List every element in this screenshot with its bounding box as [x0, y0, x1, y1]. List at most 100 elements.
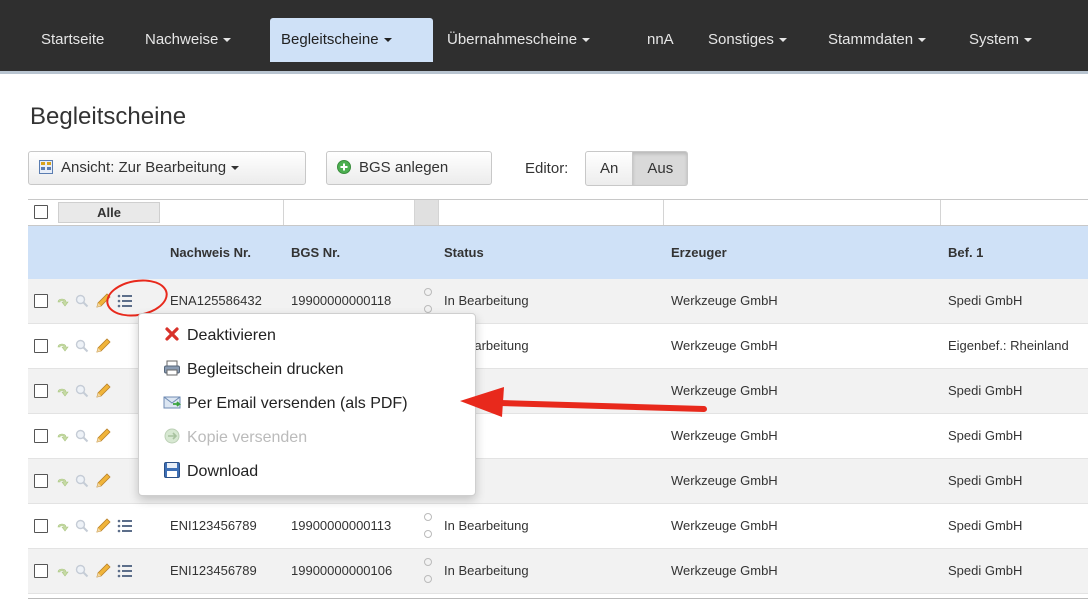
list-menu-icon[interactable]	[117, 564, 133, 578]
caret-down-icon	[918, 38, 927, 43]
menu-item-email[interactable]: Per Email versenden (als PDF)	[163, 392, 408, 416]
cell-nachweis: ENI123456789	[170, 563, 257, 578]
nav-stammdaten[interactable]: Stammdaten	[817, 18, 937, 62]
editor-toggle-group: An Aus	[585, 151, 689, 186]
cell-status: In Bearbeitung	[444, 563, 529, 578]
select-all-checkbox[interactable]	[34, 205, 48, 219]
cell-erzeuger: Werkzeuge GmbH	[671, 428, 778, 443]
transfer-arrow-icon[interactable]	[56, 521, 70, 533]
table-row[interactable]: ENI123456789 19900000000106 In Bearbeitung…	[28, 549, 1088, 594]
page-title: Begleitscheine	[30, 103, 187, 130]
create-bgs-label: BGS anlegen	[359, 159, 449, 176]
cell-erzeuger: Werkzeuge GmbH	[671, 563, 778, 578]
caret-down-icon	[231, 166, 240, 171]
cell-bef1: Spedi GmbH	[948, 563, 1023, 578]
caret-down-icon	[223, 38, 232, 43]
cell-erzeuger: Werkzeuge GmbH	[671, 518, 778, 533]
grid-filter-row: Alle	[28, 199, 1088, 226]
filter-cell[interactable]	[162, 200, 284, 225]
pencil-edit-icon[interactable]	[94, 472, 112, 490]
nav-sonstiges[interactable]: Sonstiges	[697, 18, 798, 62]
nav-nna-label: nnA	[647, 31, 674, 48]
editor-on-button[interactable]: An	[585, 151, 634, 186]
row-checkbox[interactable]	[34, 339, 48, 353]
create-bgs-button[interactable]: BGS anlegen	[326, 151, 492, 185]
pencil-edit-icon[interactable]	[94, 517, 112, 535]
nav-uebernahmescheine[interactable]: Übernahmescheine	[436, 18, 601, 62]
column-header-status[interactable]: Status	[444, 245, 484, 260]
filter-cell[interactable]	[664, 200, 941, 225]
column-header-bef1[interactable]: Bef. 1	[948, 245, 983, 260]
cell-erzeuger: Werkzeuge GmbH	[671, 473, 778, 488]
filter-cell[interactable]	[284, 200, 415, 225]
row-checkbox[interactable]	[34, 474, 48, 488]
transfer-arrow-icon[interactable]	[56, 386, 70, 398]
pencil-edit-icon[interactable]	[94, 427, 112, 445]
magnifier-icon[interactable]	[75, 519, 89, 533]
column-header-nachweis[interactable]: Nachweis Nr.	[170, 245, 251, 260]
column-header-bgs[interactable]: BGS Nr.	[291, 245, 340, 260]
nav-startseite[interactable]: Startseite	[30, 18, 115, 62]
transfer-arrow-icon[interactable]	[56, 431, 70, 443]
pencil-edit-icon[interactable]	[94, 382, 112, 400]
add-green-icon	[337, 160, 351, 174]
row-context-menu: Deaktivieren Begleitschein drucken Per E…	[138, 313, 476, 496]
nav-nna[interactable]: nnA	[636, 18, 685, 62]
annotation-arrow	[460, 387, 707, 417]
magnifier-icon[interactable]	[75, 294, 89, 308]
grid-bottom-border	[28, 598, 1088, 599]
magnifier-icon[interactable]	[75, 429, 89, 443]
select-all-button[interactable]: Alle	[58, 202, 160, 223]
view-dropdown-button[interactable]: Ansicht: Zur Bearbeitung	[28, 151, 306, 185]
column-header-erzeuger[interactable]: Erzeuger	[671, 245, 727, 260]
grid-view-icon	[39, 160, 53, 174]
table-row[interactable]: ENI123456789 19900000000113 In Bearbeitung…	[28, 504, 1088, 549]
view-dropdown-label: Ansicht: Zur Bearbeitung	[61, 159, 227, 176]
cell-bgs: 19900000000113	[291, 518, 392, 533]
nav-startseite-label: Startseite	[41, 31, 105, 48]
status-connector-icon	[424, 288, 432, 296]
editor-label: Editor:	[525, 160, 569, 177]
menu-item-deaktivieren[interactable]: Deaktivieren	[163, 324, 276, 348]
cell-erzeuger: Werkzeuge GmbH	[671, 338, 778, 353]
menu-item-download[interactable]: Download	[163, 460, 258, 484]
caret-down-icon	[778, 38, 787, 43]
menu-item-kopie-versenden: Kopie versenden	[163, 426, 307, 450]
row-checkbox[interactable]	[34, 564, 48, 578]
row-checkbox[interactable]	[34, 519, 48, 533]
copy-send-icon	[164, 428, 180, 444]
transfer-arrow-icon[interactable]	[56, 341, 70, 353]
menu-item-drucken[interactable]: Begleitschein drucken	[163, 358, 344, 382]
editor-off-button[interactable]: Aus	[633, 151, 689, 186]
transfer-arrow-icon[interactable]	[56, 476, 70, 488]
magnifier-icon[interactable]	[75, 564, 89, 578]
row-checkbox[interactable]	[34, 294, 48, 308]
pencil-edit-icon[interactable]	[94, 337, 112, 355]
transfer-arrow-icon[interactable]	[56, 296, 70, 308]
status-connector-icon	[424, 513, 432, 521]
cell-bef1: Spedi GmbH	[948, 473, 1023, 488]
filter-cell[interactable]	[439, 200, 664, 225]
cell-status: In Bearbeitung	[444, 293, 529, 308]
caret-down-icon	[1024, 38, 1033, 43]
cell-bgs: 19900000000118	[291, 293, 392, 308]
magnifier-icon[interactable]	[75, 384, 89, 398]
magnifier-icon[interactable]	[75, 339, 89, 353]
row-checkbox[interactable]	[34, 384, 48, 398]
transfer-arrow-icon[interactable]	[56, 566, 70, 578]
status-connector-icon	[424, 575, 432, 583]
cell-nachweis: ENA125586432	[170, 293, 262, 308]
list-menu-icon[interactable]	[117, 519, 133, 533]
row-checkbox[interactable]	[34, 429, 48, 443]
nav-nachweise[interactable]: Nachweise	[134, 18, 242, 62]
nav-begleitscheine[interactable]: Begleitscheine	[270, 18, 433, 62]
caret-down-icon	[582, 38, 591, 43]
magnifier-icon[interactable]	[75, 474, 89, 488]
cell-bef1: Spedi GmbH	[948, 293, 1023, 308]
nav-system[interactable]: System	[958, 18, 1043, 62]
nav-system-label: System	[969, 31, 1020, 48]
nav-sonstiges-label: Sonstiges	[708, 31, 774, 48]
pencil-edit-icon[interactable]	[94, 562, 112, 580]
menu-item-label: Begleitschein drucken	[187, 361, 344, 378]
filter-cell[interactable]	[941, 200, 1088, 225]
